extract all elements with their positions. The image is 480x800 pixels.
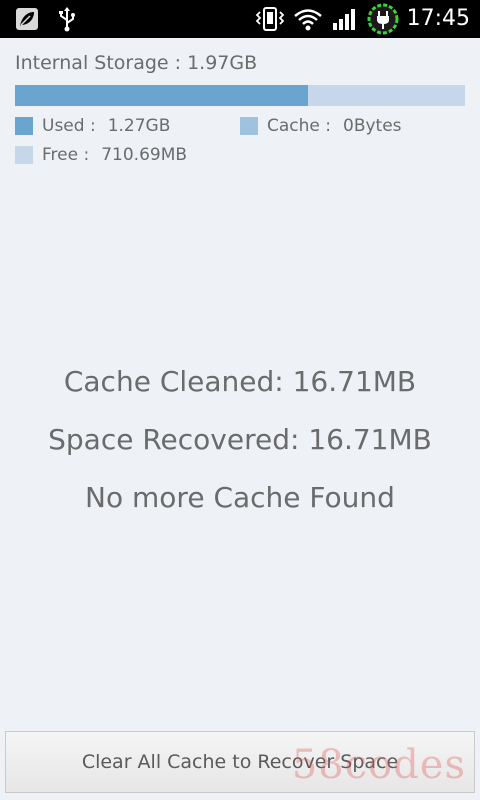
clear-all-cache-button[interactable]: Clear All Cache to Recover Space xyxy=(5,731,475,793)
wifi-icon xyxy=(292,4,324,34)
space-recovered-message: Space Recovered: 16.71MB xyxy=(48,423,432,456)
signal-icon xyxy=(330,4,360,34)
legend-free: Free : 710.69MB xyxy=(15,145,187,165)
status-bar: 17:45 xyxy=(0,0,480,38)
cache-cleaned-message: Cache Cleaned: 16.71MB xyxy=(63,365,417,398)
leaf-notification-icon xyxy=(14,4,40,34)
legend-used: Used : 1.27GB xyxy=(15,116,170,136)
used-swatch xyxy=(15,117,33,135)
app-screen: 17:45 Internal Storage : 1.97GB Used : 1… xyxy=(0,0,480,800)
used-value: 1.27GB xyxy=(107,116,171,136)
no-more-cache-message: No more Cache Found xyxy=(85,481,395,514)
storage-used-fill xyxy=(15,85,308,106)
internal-storage-title: Internal Storage : 1.97GB xyxy=(15,52,258,74)
battery-charging-icon xyxy=(366,3,400,35)
clock-time: 17:45 xyxy=(406,6,470,31)
free-label: Free : xyxy=(42,145,90,165)
usb-icon xyxy=(56,4,78,34)
storage-usage-bar xyxy=(15,85,465,106)
free-value: 710.69MB xyxy=(101,145,188,165)
legend-cache: Cache : 0Bytes xyxy=(240,116,402,136)
vibrate-icon xyxy=(254,4,286,34)
used-label: Used : xyxy=(42,116,96,136)
free-swatch xyxy=(15,146,33,164)
cache-label: Cache : xyxy=(267,116,331,136)
cache-value: 0Bytes xyxy=(343,116,402,136)
cache-swatch xyxy=(240,117,258,135)
